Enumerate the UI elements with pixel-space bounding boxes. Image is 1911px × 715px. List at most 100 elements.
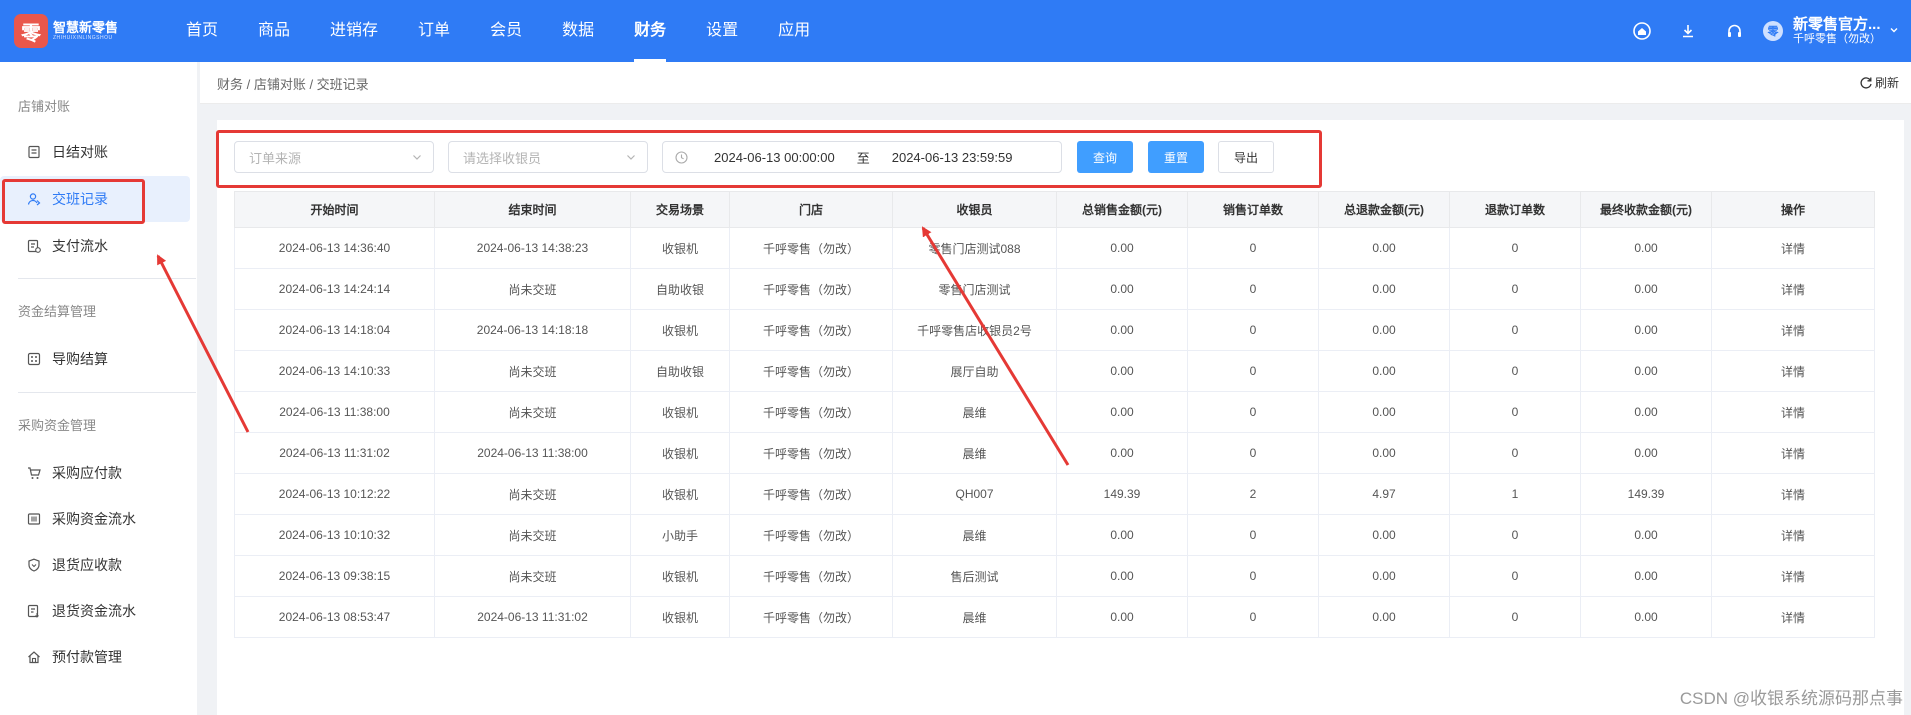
detail-link[interactable]: 详情 <box>1711 309 1875 351</box>
home-icon[interactable] <box>1619 0 1665 62</box>
table-cell: 0.00 <box>1318 391 1450 433</box>
table-cell: 展厅自助 <box>892 350 1057 392</box>
table-cell: 0.00 <box>1318 555 1450 597</box>
table-cell: 2024-06-13 11:38:00 <box>434 432 631 474</box>
table-cell: 0.00 <box>1580 309 1712 351</box>
table-cell: 2024-06-13 14:38:23 <box>434 227 631 269</box>
detail-link[interactable]: 详情 <box>1711 268 1875 310</box>
nav-item-6[interactable]: 财务 <box>614 0 686 62</box>
table-cell: 2024-06-13 10:10:32 <box>234 514 435 556</box>
table-cell: 2024-06-13 14:18:18 <box>434 309 631 351</box>
sidebar-item-purchase-fund-flow[interactable]: 采购资金流水 <box>0 496 190 542</box>
sidebar-item-return-receivable[interactable]: 退货应收款 <box>0 542 190 588</box>
refresh-label: 刷新 <box>1874 76 1899 90</box>
column-header[interactable]: 收银员 <box>892 191 1057 228</box>
nav-item-5[interactable]: 数据 <box>542 0 614 62</box>
column-header[interactable]: 开始时间 <box>234 191 435 228</box>
sidebar-item-purchase-payable[interactable]: 采购应付款 <box>0 450 190 496</box>
sidebar-item-shift-records[interactable]: 交班记录 <box>0 176 190 222</box>
table-cell: 2024-06-13 11:38:00 <box>234 391 435 433</box>
user-menu[interactable]: 零 新零售官方... 千呼零售（勿改） <box>1763 16 1899 46</box>
column-header[interactable]: 最终收款金额(元) <box>1580 191 1712 228</box>
reset-button[interactable]: 重置 <box>1148 141 1204 173</box>
detail-link[interactable]: 详情 <box>1711 391 1875 433</box>
sidebar-item-daily-reconcile[interactable]: 日结对账 <box>0 129 190 175</box>
nav-item-1[interactable]: 商品 <box>238 0 310 62</box>
nav-item-8[interactable]: 应用 <box>758 0 830 62</box>
headset-icon[interactable] <box>1711 0 1757 62</box>
table-cell: 0.00 <box>1580 391 1712 433</box>
sidebar-item-payment-flow[interactable]: 支付流水 <box>0 223 190 269</box>
table-cell: 0.00 <box>1318 309 1450 351</box>
table-row: 2024-06-13 10:10:32 尚未交班 小助手 千呼零售（勿改） 晨维 0.00… <box>234 514 1875 556</box>
column-header[interactable]: 操作 <box>1711 191 1875 228</box>
nav-item-7[interactable]: 设置 <box>686 0 758 62</box>
table-cell: 0 <box>1449 227 1581 269</box>
table-cell: 2024-06-13 08:53:47 <box>234 596 435 638</box>
table-cell: 0.00 <box>1318 350 1450 392</box>
detail-link[interactable]: 详情 <box>1711 596 1875 638</box>
order-source-select[interactable]: 订单来源 <box>234 141 434 173</box>
detail-link[interactable]: 详情 <box>1711 555 1875 597</box>
user-store: 千呼零售（勿改） <box>1793 33 1881 46</box>
nav-item-0[interactable]: 首页 <box>166 0 238 62</box>
main-nav: 首页 商品 进销存 订单 会员 数据 财务 设置 应用 <box>166 0 830 62</box>
table-cell: 小助手 <box>630 514 730 556</box>
sidebar-group-store-reconcile: 店铺对账 <box>18 99 71 114</box>
sidebar-item-label: 退货资金流水 <box>52 603 136 619</box>
table-cell: 千呼零售（勿改） <box>729 596 893 638</box>
sidebar-item-prepayment[interactable]: 预付款管理 <box>0 634 190 680</box>
sidebar-group-purchase-funds: 采购资金管理 <box>18 418 97 433</box>
table-cell: 0.00 <box>1056 268 1188 310</box>
detail-link[interactable]: 详情 <box>1711 514 1875 556</box>
cashier-select[interactable]: 请选择收银员 <box>448 141 648 173</box>
top-right-tools: 零 新零售官方... 千呼零售（勿改） <box>1619 0 1911 62</box>
cashier-placeholder: 请选择收银员 <box>463 150 542 166</box>
export-button[interactable]: 导出 <box>1218 141 1274 173</box>
detail-link[interactable]: 详情 <box>1711 432 1875 474</box>
query-button[interactable]: 查询 <box>1077 141 1133 173</box>
table-cell: 0 <box>1187 596 1319 638</box>
table-cell: 0 <box>1449 432 1581 474</box>
house-icon <box>26 649 42 665</box>
column-header[interactable]: 退款订单数 <box>1449 191 1581 228</box>
table-cell: 0.00 <box>1056 514 1188 556</box>
table-cell: 晨维 <box>892 391 1057 433</box>
refresh-button[interactable]: 刷新 <box>1859 74 1899 91</box>
date-end-input[interactable]: 2024-06-13 23:59:59 <box>892 150 1013 165</box>
sidebar-item-guide-settlement[interactable]: 导购结算 <box>0 336 190 382</box>
table-row: 2024-06-13 09:38:15 尚未交班 收银机 千呼零售（勿改） 售后测试 0.… <box>234 555 1875 597</box>
table-cell: 0.00 <box>1056 227 1188 269</box>
table-cell: 2024-06-13 11:31:02 <box>234 432 435 474</box>
table-cell: 2024-06-13 10:12:22 <box>234 473 435 515</box>
table-cell: 0 <box>1187 514 1319 556</box>
download-icon[interactable] <box>1665 0 1711 62</box>
table-cell: 收银机 <box>630 432 730 474</box>
ledger-icon <box>26 511 42 527</box>
table-cell: 0 <box>1449 555 1581 597</box>
detail-link[interactable]: 详情 <box>1711 350 1875 392</box>
nav-item-2[interactable]: 进销存 <box>310 0 398 62</box>
nav-item-4[interactable]: 会员 <box>470 0 542 62</box>
date-range-picker[interactable]: 2024-06-13 00:00:00 至 2024-06-13 23:59:5… <box>662 141 1062 173</box>
table-cell: 0.00 <box>1580 268 1712 310</box>
brand-logo[interactable]: 零 智慧新零售 ZHIHUIXINLINGSHOU <box>14 14 164 48</box>
table-cell: 0 <box>1449 391 1581 433</box>
table-row: 2024-06-13 10:12:22 尚未交班 收银机 千呼零售（勿改） QH007 1… <box>234 473 1875 515</box>
nav-item-3[interactable]: 订单 <box>398 0 470 62</box>
detail-link[interactable]: 详情 <box>1711 473 1875 515</box>
column-header[interactable]: 门店 <box>729 191 893 228</box>
table-cell: 0.00 <box>1318 596 1450 638</box>
column-header[interactable]: 交易场景 <box>630 191 730 228</box>
date-start-input[interactable]: 2024-06-13 00:00:00 <box>714 150 835 165</box>
table-cell: 0.00 <box>1580 596 1712 638</box>
column-header[interactable]: 总退款金额(元) <box>1318 191 1450 228</box>
column-header[interactable]: 结束时间 <box>434 191 631 228</box>
sidebar-item-label: 交班记录 <box>52 191 108 207</box>
column-header[interactable]: 销售订单数 <box>1187 191 1319 228</box>
sidebar-item-return-fund-flow[interactable]: 退货资金流水 <box>0 588 190 634</box>
column-header[interactable]: 总销售金额(元) <box>1056 191 1188 228</box>
table-cell: 尚未交班 <box>434 555 631 597</box>
table-cell: 收银机 <box>630 555 730 597</box>
detail-link[interactable]: 详情 <box>1711 227 1875 269</box>
